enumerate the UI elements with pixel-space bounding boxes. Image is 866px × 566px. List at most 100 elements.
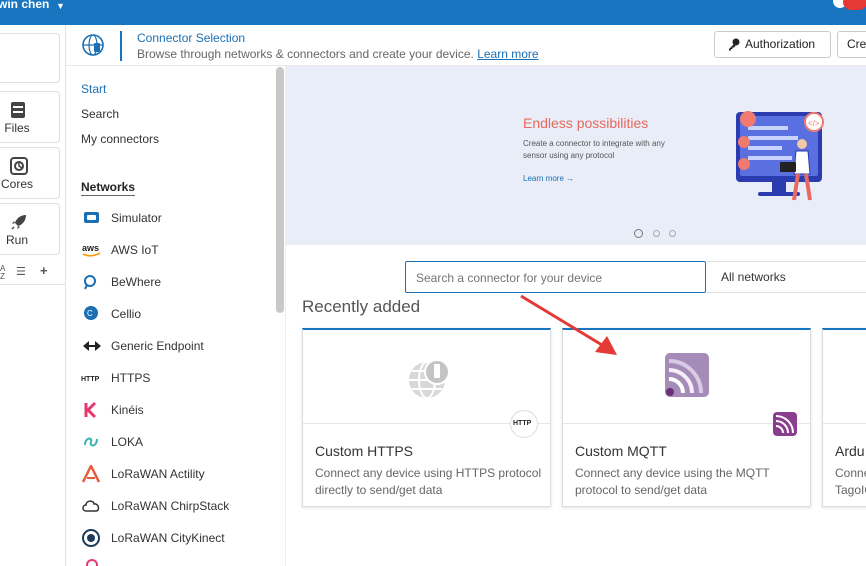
user-menu[interactable]: win chen	[0, 0, 49, 11]
authorization-button[interactable]: Authorization	[714, 31, 831, 58]
cores-label: Cores	[0, 177, 33, 191]
connector-card-https[interactable]: HTTP Custom HTTPS Connect any device usi…	[302, 328, 551, 507]
rocket-icon	[11, 215, 26, 230]
network-label: Simulator	[111, 211, 162, 225]
page-subtitle: Browse through networks & connectors and…	[137, 47, 539, 61]
network-label: BeWhere	[111, 275, 162, 289]
carousel-dot[interactable]	[634, 229, 643, 238]
network-bewhere[interactable]: BeWhere	[81, 272, 281, 292]
globe-plug-icon	[409, 359, 450, 399]
banner-heading: Endless possibilities	[523, 115, 649, 131]
network-cellio[interactable]: C Cellio	[81, 304, 281, 324]
files-button[interactable]: Files	[0, 91, 60, 143]
recently-added-heading: Recently added	[302, 297, 421, 316]
sidebar-scrollbar[interactable]	[276, 67, 284, 313]
svg-text:C: C	[87, 309, 93, 318]
kineis-icon	[84, 401, 97, 419]
generic-endpoint-icon	[83, 341, 101, 351]
card-description: Connect any device using the MQTT protoc…	[575, 466, 770, 497]
carousel-dot[interactable]	[653, 230, 660, 237]
caret-down-icon[interactable]: ▼	[56, 1, 65, 11]
network-lorawan-citykinect[interactable]: LoRaWAN CityKinect	[81, 528, 281, 548]
card-image-area	[823, 330, 866, 424]
simulator-icon	[84, 212, 99, 223]
banner-text: Create a connector to integrate with any…	[523, 139, 665, 160]
card-title: Custom MQTT	[575, 443, 667, 459]
svg-text:</>: </>	[808, 119, 820, 128]
network-filter-select[interactable]: All networks	[707, 261, 866, 293]
connector-search[interactable]	[405, 261, 706, 293]
page-title: Connector Selection	[137, 31, 246, 45]
network-label: LOKA	[111, 435, 144, 449]
left-rail: Files Cores Run AZ ☰ +	[0, 25, 66, 566]
page-header: Connector Selection Browse through netwo…	[66, 25, 866, 66]
rail-blank-button[interactable]	[0, 33, 60, 83]
authorization-label: Authorization	[745, 37, 816, 51]
globe-icon	[82, 34, 104, 56]
nav-start[interactable]: Start	[81, 82, 106, 96]
subtitle-text: Browse through networks & connectors and…	[137, 47, 474, 61]
chirpstack-icon	[82, 500, 100, 512]
nav-search[interactable]: Search	[81, 107, 119, 121]
network-label: HTTPS	[111, 371, 151, 385]
cores-icon	[10, 157, 28, 175]
network-kineis[interactable]: Kinéis	[81, 400, 281, 420]
top-bar: win chen ▼	[0, 0, 866, 25]
network-generic-endpoint[interactable]: Generic Endpoint	[81, 336, 281, 356]
network-simulator[interactable]: Simulator	[81, 208, 281, 228]
add-icon[interactable]: +	[40, 263, 48, 278]
key-icon	[729, 38, 740, 51]
run-label: Run	[5, 233, 28, 247]
network-https[interactable]: HTTP HTTPS	[81, 368, 281, 388]
banner-learn-more[interactable]: Learn more →	[523, 174, 574, 183]
mqtt-badge	[770, 410, 798, 438]
network-label: LoRaWAN CityKinect	[111, 531, 225, 545]
annotation-arrow	[520, 294, 617, 355]
mqtt-icon	[665, 353, 709, 397]
files-icon	[11, 102, 25, 118]
http-badge-text: HTTP	[513, 420, 532, 427]
carousel-dot[interactable]	[669, 230, 676, 237]
cellio-icon: C	[84, 306, 98, 320]
cores-button[interactable]: Cores	[0, 147, 60, 199]
notification-badge[interactable]	[843, 0, 866, 10]
divider	[0, 284, 66, 285]
card-description: Conne TagoIO	[835, 466, 866, 497]
sidebar: Start Search My connectors Networks Simu…	[67, 66, 285, 566]
svg-text:HTTP: HTTP	[81, 376, 100, 383]
list-icon[interactable]: ☰	[16, 265, 26, 278]
run-button[interactable]: Run	[0, 203, 60, 255]
partial-network-icon	[86, 559, 98, 566]
network-label: Cellio	[111, 307, 142, 321]
network-lorawan-chirpstack[interactable]: LoRaWAN ChirpStack	[81, 496, 281, 516]
network-aws-iot[interactable]: aws AWS IoT	[81, 240, 281, 260]
banner-illustration: </>	[736, 111, 824, 201]
header-divider	[120, 31, 122, 61]
connector-search-input[interactable]	[416, 268, 696, 288]
banner-link-label: Learn more	[523, 174, 564, 183]
network-lorawan-actility[interactable]: LoRaWAN Actility	[81, 464, 281, 484]
actility-icon	[81, 465, 101, 483]
aws-icon: aws	[82, 243, 101, 257]
mqtt-small-icon	[773, 412, 797, 436]
nav-my-connectors[interactable]: My connectors	[81, 132, 159, 146]
rail-tools: AZ ☰ +	[0, 263, 66, 285]
bewhere-icon	[84, 275, 96, 290]
card-title: Ardu	[835, 443, 865, 459]
http-badge: HTTP	[510, 410, 538, 438]
networks-heading: Networks	[81, 180, 136, 196]
hero-banner: Endless possibilities Create a connector…	[286, 66, 866, 245]
https-icon: HTTP	[81, 376, 100, 383]
network-label: LoRaWAN ChirpStack	[111, 499, 230, 513]
sort-az-icon[interactable]: AZ	[0, 265, 5, 281]
connector-card-arduino[interactable]: Ardu Conne TagoIO	[822, 328, 866, 507]
network-label: Kinéis	[111, 403, 144, 417]
create-button[interactable]: Crea	[837, 31, 866, 58]
loka-icon	[84, 437, 98, 447]
network-label: LoRaWAN Actility	[111, 467, 205, 481]
card-title: Custom HTTPS	[315, 443, 414, 459]
svg-text:aws: aws	[82, 243, 99, 253]
learn-more-link[interactable]: Learn more	[477, 47, 538, 61]
card-image-area: HTTP	[303, 330, 550, 438]
network-loka[interactable]: LOKA	[81, 432, 281, 452]
